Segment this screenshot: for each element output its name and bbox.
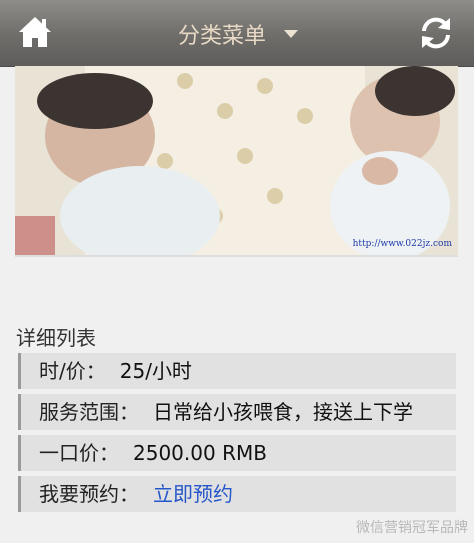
refresh-icon[interactable] bbox=[416, 13, 456, 53]
fixed-price-label: 一口价： bbox=[39, 441, 119, 465]
price-row: 时/价： 25/小时 bbox=[18, 353, 456, 389]
category-menu-dropdown[interactable]: 分类菜单 bbox=[150, 16, 326, 52]
service-scope-value: 日常给小孩喂食，接送上下学 bbox=[153, 400, 413, 424]
price-value: 25/小时 bbox=[119, 359, 192, 383]
fixed-price-value: 2500.00 RMB bbox=[133, 441, 267, 465]
hero-photo: http://www.022jz.com bbox=[15, 66, 458, 257]
detail-list: 时/价： 25/小时 服务范围： 日常给小孩喂食，接送上下学 一口价： 2500.00… bbox=[18, 353, 456, 517]
fixed-price-row: 一口价： 2500.00 RMB bbox=[18, 435, 456, 471]
service-scope-row: 服务范围： 日常给小孩喂食，接送上下学 bbox=[18, 394, 456, 430]
booking-row: 我要预约： 立即预约 bbox=[18, 476, 456, 512]
service-scope-label: 服务范围： bbox=[39, 400, 139, 424]
top-bar: 分类菜单 bbox=[0, 0, 474, 67]
photo-url-watermark: http://www.022jz.com bbox=[352, 239, 452, 249]
price-label: 时/价： bbox=[39, 359, 106, 383]
category-menu-label: 分类菜单 bbox=[177, 24, 266, 49]
footer-watermark: 微信营销冠军品牌 bbox=[356, 520, 468, 536]
home-icon[interactable] bbox=[16, 14, 54, 50]
book-now-link[interactable]: 立即预约 bbox=[153, 482, 233, 506]
section-title: 详细列表 bbox=[16, 326, 96, 350]
chevron-down-icon bbox=[284, 30, 298, 38]
booking-label: 我要预约： bbox=[39, 482, 139, 506]
